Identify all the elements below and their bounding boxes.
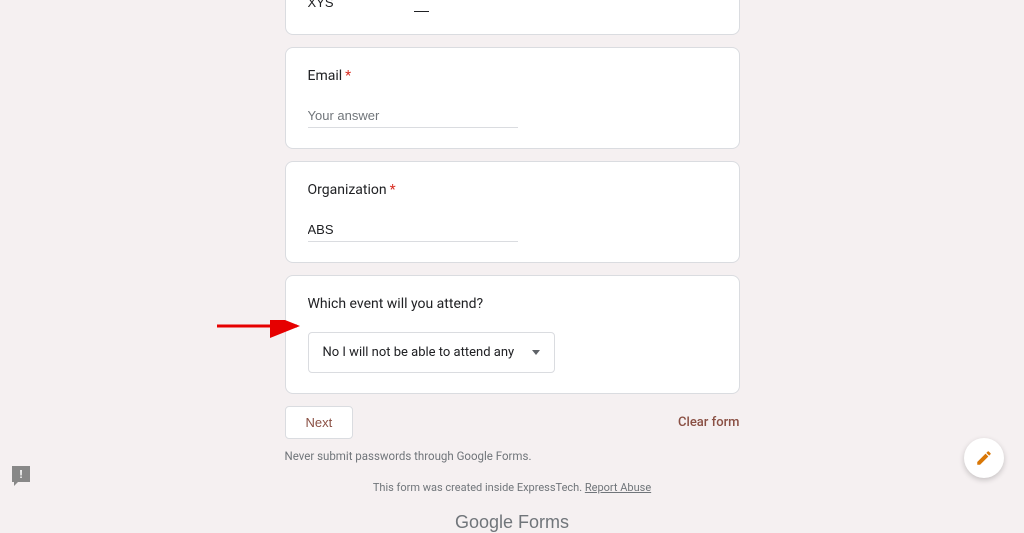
pencil-icon: [975, 449, 993, 467]
action-row: Next Clear form: [285, 406, 740, 439]
required-star: *: [390, 182, 396, 198]
question-card-organization: Organization *: [285, 161, 740, 263]
password-warning: Never submit passwords through Google Fo…: [285, 449, 740, 463]
organization-input[interactable]: [308, 218, 518, 242]
next-button[interactable]: Next: [285, 406, 354, 439]
name-input[interactable]: [308, 0, 518, 14]
organization-label: Organization: [308, 182, 387, 198]
required-star: *: [345, 68, 351, 84]
question-card-email: Email *: [285, 47, 740, 149]
event-dropdown-value: No I will not be able to attend any: [323, 345, 515, 360]
question-card-name: [285, 0, 740, 35]
event-dropdown[interactable]: No I will not be able to attend any: [308, 332, 556, 373]
event-label: Which event will you attend?: [308, 296, 484, 312]
edit-fab-button[interactable]: [964, 438, 1004, 478]
question-card-event: Which event will you attend? No I will n…: [285, 275, 740, 394]
chevron-down-icon: [532, 350, 540, 355]
google-forms-logo[interactable]: Google Forms: [285, 512, 740, 533]
input-cursor-mark: [414, 11, 429, 12]
feedback-badge[interactable]: !: [12, 466, 30, 482]
email-input[interactable]: [308, 104, 518, 128]
footer-created-text: This form was created inside ExpressTech…: [285, 481, 740, 494]
report-abuse-link[interactable]: Report Abuse: [585, 481, 651, 494]
clear-form-link[interactable]: Clear form: [678, 415, 739, 430]
email-label: Email: [308, 68, 343, 84]
